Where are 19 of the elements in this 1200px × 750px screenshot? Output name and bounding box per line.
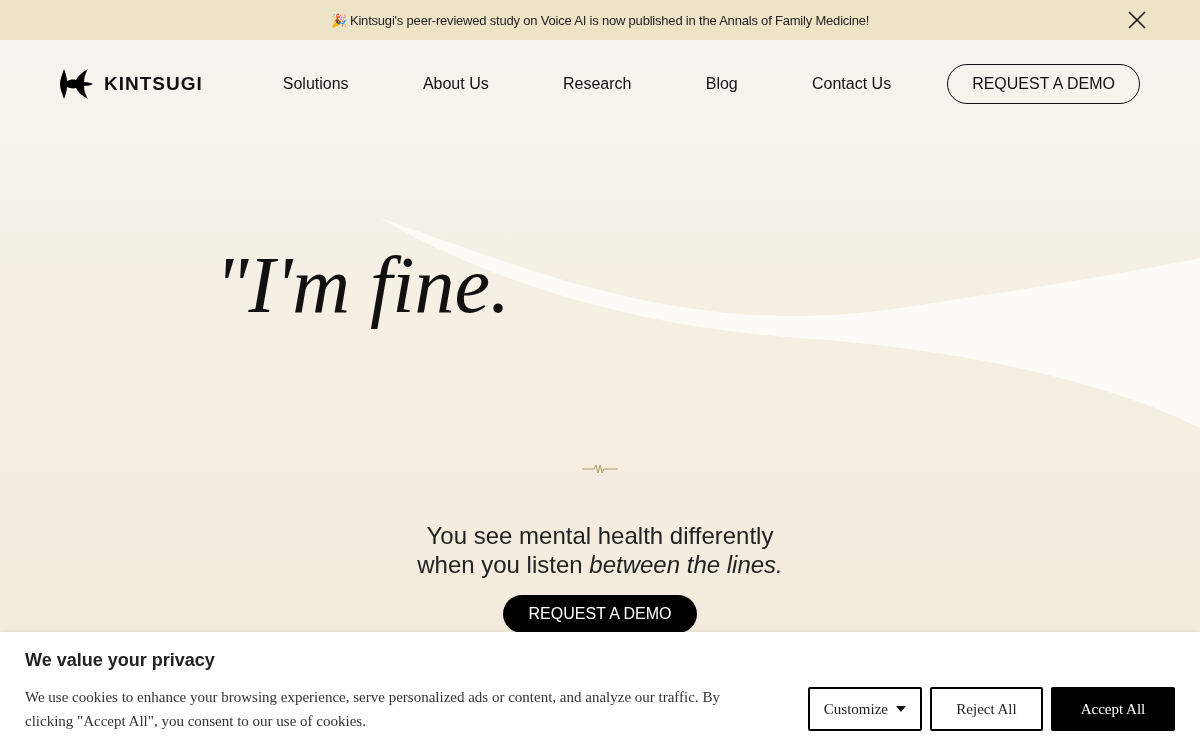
cookie-text: We use cookies to enhance your browsing experience, serve personalized ads or content, and analyze our traffic. By clicking "Accept All", you consent to our use of cookies.	[25, 688, 721, 731]
reject-button[interactable]: Reject All	[930, 687, 1043, 731]
nav-link[interactable]: Research	[562, 75, 632, 93]
close-button[interactable]	[1126, 9, 1148, 31]
caret-icon	[896, 706, 906, 712]
cookie-title: We value your privacy	[25, 650, 216, 671]
nav-link[interactable]: Blog	[705, 75, 738, 93]
logo-icon	[60, 69, 94, 99]
sound-wave-icon	[582, 463, 618, 475]
hero-quote: "I'm fine.	[215, 240, 511, 331]
hero-tagline: You see mental health differently when you listen between the lines.	[417, 521, 783, 579]
request-demo-button[interactable]: REQUEST A DEMO	[502, 595, 698, 633]
nav-link[interactable]: Solutions	[282, 75, 349, 93]
nav-link[interactable]: Contact Us	[812, 75, 892, 93]
customize-button[interactable]: Customize	[807, 687, 922, 731]
logo-text: KINTSUGI	[104, 73, 203, 95]
announcement-text: 🎉 Kintsugi's peer-reviewed study on Voice AI is now published in the Annals of Family Medicine!	[330, 12, 870, 28]
accept-button[interactable]: Accept All	[1051, 687, 1175, 731]
nav-link[interactable]: About Us	[422, 75, 489, 93]
